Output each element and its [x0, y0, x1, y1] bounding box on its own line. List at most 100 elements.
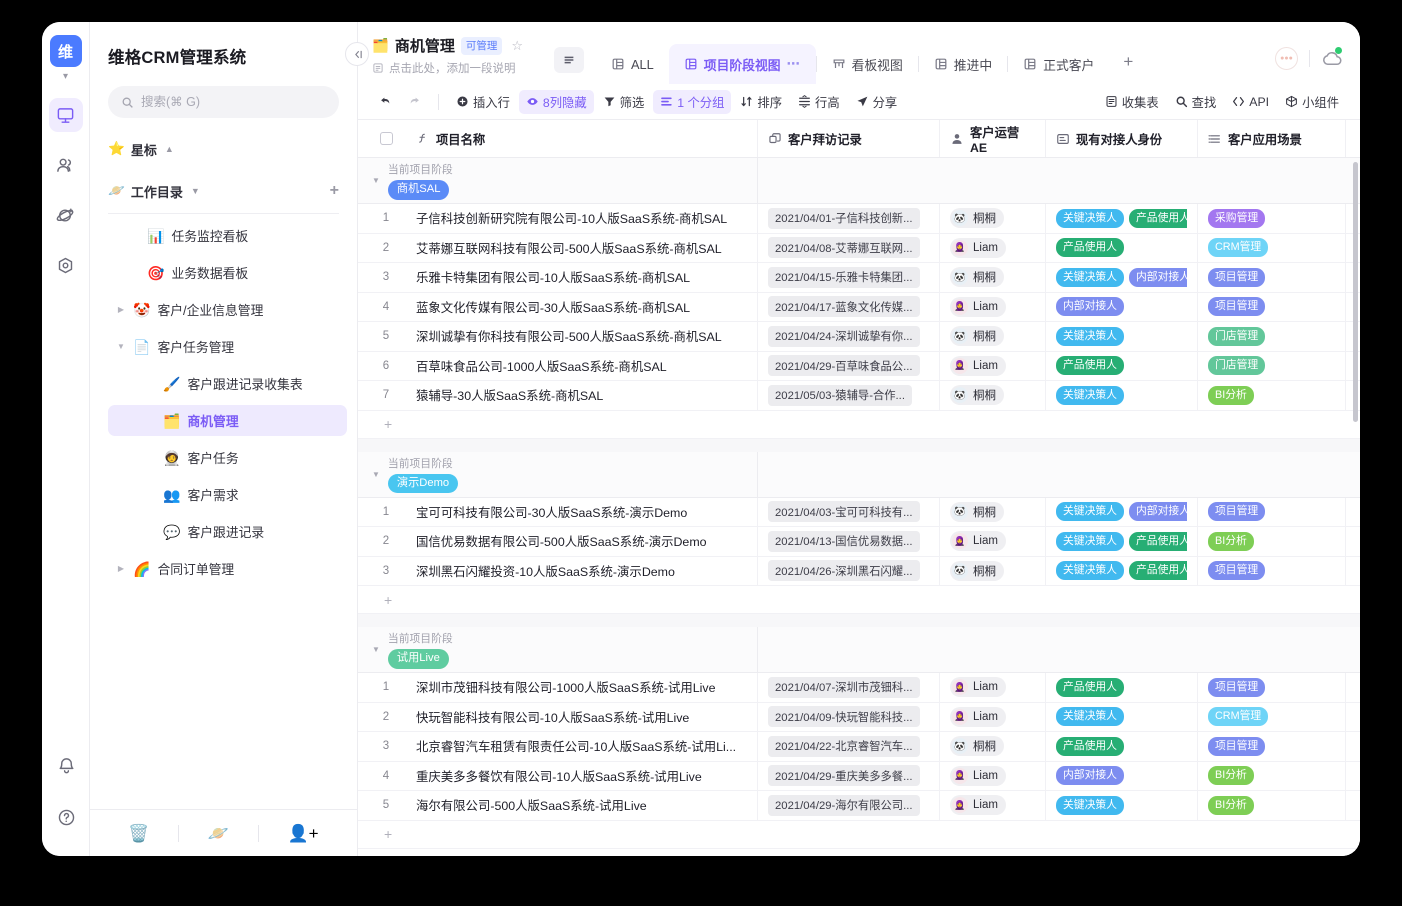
- sidebar-collapse-button[interactable]: [345, 42, 369, 66]
- project-name-cell[interactable]: 深圳黑石闪耀投资-10人版SaaS系统-演示Demo: [414, 557, 758, 586]
- ae-cell[interactable]: 🐼桐桐: [940, 263, 1046, 292]
- ae-cell[interactable]: 🧕Liam: [940, 527, 1046, 556]
- contact-role-cell[interactable]: 关键决策人: [1046, 791, 1198, 820]
- table-row[interactable]: 1深圳市茂钿科技有限公司-1000人版SaaS系统-试用Live2021/04/…: [358, 673, 1360, 703]
- toolbar-action-1[interactable]: 查找: [1168, 90, 1224, 114]
- contact-role-cell[interactable]: 关键决策人产品使用人: [1046, 557, 1198, 586]
- tab-4[interactable]: 正式客户: [1008, 44, 1109, 84]
- visit-record-cell[interactable]: 2021/04/09-快玩智能科技...: [758, 703, 940, 732]
- add-row-button[interactable]: +: [358, 821, 1360, 849]
- row-index[interactable]: 1: [358, 673, 414, 702]
- contact-role-cell[interactable]: 关键决策人: [1046, 381, 1198, 410]
- explore-icon[interactable]: [49, 198, 83, 232]
- visit-record-cell[interactable]: 2021/04/24-深圳诚挚有你...: [758, 322, 940, 351]
- visit-record-cell[interactable]: 2021/04/22-北京睿智汽车...: [758, 732, 940, 761]
- contact-role-cell[interactable]: 关键决策人内部对接人: [1046, 498, 1198, 527]
- add-node-button[interactable]: +: [330, 183, 339, 199]
- row-index[interactable]: 3: [358, 732, 414, 761]
- column-header-ae[interactable]: 客户运营 AE: [940, 120, 1046, 157]
- table-row[interactable]: 3北京睿智汽车租赁有限责任公司-10人版SaaS系统-试用Li...2021/0…: [358, 732, 1360, 762]
- chevron-right-icon[interactable]: ▶: [116, 564, 126, 573]
- contact-role-cell[interactable]: 关键决策人产品使用人: [1046, 527, 1198, 556]
- search-box[interactable]: [108, 86, 339, 118]
- use-case-cell[interactable]: 项目管理: [1198, 293, 1346, 322]
- sidebar-item-8[interactable]: ▶💬客户跟进记录: [108, 516, 347, 547]
- select-all-checkbox[interactable]: [380, 132, 393, 145]
- toolbar-button-2[interactable]: 筛选: [596, 90, 652, 114]
- sidebar-item-7[interactable]: ▶👥客户需求: [108, 479, 347, 510]
- tab-3[interactable]: 推进中: [919, 44, 1007, 84]
- contact-role-cell[interactable]: 产品使用人: [1046, 352, 1198, 381]
- ae-cell[interactable]: 🧕Liam: [940, 791, 1046, 820]
- visit-record-cell[interactable]: 2021/04/29-百草味食品公...: [758, 352, 940, 381]
- column-header-visit[interactable]: 客户拜访记录: [758, 120, 940, 157]
- ae-cell[interactable]: 🧕Liam: [940, 293, 1046, 322]
- chevron-down-icon[interactable]: ▼: [372, 470, 380, 479]
- visit-record-cell[interactable]: 2021/04/13-国信优易数据...: [758, 527, 940, 556]
- sidebar-item-2[interactable]: ▶🤡客户/企业信息管理: [108, 294, 347, 325]
- toolbar-action-3[interactable]: 小组件: [1278, 90, 1346, 114]
- visit-record-cell[interactable]: 2021/04/03-宝可可科技有...: [758, 498, 940, 527]
- row-index[interactable]: 5: [358, 322, 414, 351]
- table-row[interactable]: 5深圳诚挚有你科技有限公司-500人版SaaS系统-商机SAL2021/04/2…: [358, 322, 1360, 352]
- contact-role-cell[interactable]: 内部对接人: [1046, 293, 1198, 322]
- ae-cell[interactable]: 🐼桐桐: [940, 322, 1046, 351]
- use-case-cell[interactable]: 门店管理: [1198, 322, 1346, 351]
- contact-role-cell[interactable]: 产品使用人: [1046, 234, 1198, 263]
- visit-record-cell[interactable]: 2021/04/01-子信科技创新...: [758, 204, 940, 233]
- column-header-index[interactable]: [358, 120, 414, 157]
- visit-record-cell[interactable]: 2021/05/03-猿辅导-合作...: [758, 381, 940, 410]
- toolbar-action-0[interactable]: 收集表: [1098, 90, 1166, 114]
- visit-record-cell[interactable]: 2021/04/15-乐雅卡特集团...: [758, 263, 940, 292]
- invite-member-icon[interactable]: 👤+: [288, 825, 319, 842]
- toolbar-button-3[interactable]: 1 个分组: [653, 90, 731, 114]
- table-row[interactable]: 2国信优易数据有限公司-500人版SaaS系统-演示Demo2021/04/13…: [358, 527, 1360, 557]
- contact-role-cell[interactable]: 产品使用人: [1046, 732, 1198, 761]
- sidebar-item-3[interactable]: ▼📄客户任务管理: [108, 331, 347, 362]
- column-header-role[interactable]: 现有对接人身份: [1046, 120, 1198, 157]
- tab-0[interactable]: ALL: [596, 44, 669, 84]
- sidebar-item-6[interactable]: ▶🧑‍🚀客户任务: [108, 442, 347, 473]
- row-index[interactable]: 4: [358, 293, 414, 322]
- contact-role-cell[interactable]: 关键决策人: [1046, 322, 1198, 351]
- views-menu-button[interactable]: [554, 47, 584, 73]
- project-name-cell[interactable]: 深圳市茂钿科技有限公司-1000人版SaaS系统-试用Live: [414, 673, 758, 702]
- chevron-down-icon[interactable]: ▼: [372, 645, 380, 654]
- project-name-cell[interactable]: 艾蒂娜互联网科技有限公司-500人版SaaS系统-商机SAL: [414, 234, 758, 263]
- use-case-cell[interactable]: 项目管理: [1198, 732, 1346, 761]
- visit-record-cell[interactable]: 2021/04/07-深圳市茂钿科...: [758, 673, 940, 702]
- project-name-cell[interactable]: 国信优易数据有限公司-500人版SaaS系统-演示Demo: [414, 527, 758, 556]
- table-row[interactable]: 2艾蒂娜互联网科技有限公司-500人版SaaS系统-商机SAL2021/04/0…: [358, 234, 1360, 264]
- project-name-cell[interactable]: 深圳诚挚有你科技有限公司-500人版SaaS系统-商机SAL: [414, 322, 758, 351]
- row-index[interactable]: 4: [358, 762, 414, 791]
- use-case-cell[interactable]: 项目管理: [1198, 557, 1346, 586]
- trash-icon[interactable]: 🗑️: [128, 825, 149, 842]
- table-row[interactable]: 2快玩智能科技有限公司-10人版SaaS系统-试用Live2021/04/09-…: [358, 703, 1360, 733]
- use-case-cell[interactable]: 项目管理: [1198, 263, 1346, 292]
- redo-button[interactable]: [401, 90, 428, 114]
- add-row-button[interactable]: +: [358, 411, 1360, 439]
- contact-role-cell[interactable]: 关键决策人内部对接人: [1046, 263, 1198, 292]
- contact-role-cell[interactable]: 内部对接人: [1046, 762, 1198, 791]
- table-row[interactable]: 5海尔有限公司-500人版SaaS系统-试用Live2021/04/29-海尔有…: [358, 791, 1360, 821]
- settings-icon[interactable]: [49, 248, 83, 282]
- table-row[interactable]: 1宝可可科技有限公司-30人版SaaS系统-演示Demo2021/04/03-宝…: [358, 498, 1360, 528]
- use-case-cell[interactable]: BI分析: [1198, 381, 1346, 410]
- table-row[interactable]: 4重庆美多多餐饮有限公司-10人版SaaS系统-试用Live2021/04/29…: [358, 762, 1360, 792]
- sidebar-item-9[interactable]: ▶🌈合同订单管理: [108, 553, 347, 584]
- visit-record-cell[interactable]: 2021/04/26-深圳黑石闪耀...: [758, 557, 940, 586]
- chevron-down-icon[interactable]: ▼: [116, 342, 126, 351]
- row-index[interactable]: 3: [358, 263, 414, 292]
- catalog-header[interactable]: 🪐 工作目录 ▼ +: [108, 180, 339, 202]
- search-input[interactable]: [141, 95, 326, 109]
- project-name-cell[interactable]: 百草味食品公司-1000人版SaaS系统-商机SAL: [414, 352, 758, 381]
- use-case-cell[interactable]: BI分析: [1198, 791, 1346, 820]
- project-name-cell[interactable]: 重庆美多多餐饮有限公司-10人版SaaS系统-试用Live: [414, 762, 758, 791]
- help-icon[interactable]: [49, 800, 83, 834]
- sidebar-item-4[interactable]: ▶🖌️客户跟进记录收集表: [108, 368, 347, 399]
- ae-cell[interactable]: 🐼桐桐: [940, 732, 1046, 761]
- use-case-cell[interactable]: 项目管理: [1198, 498, 1346, 527]
- row-index[interactable]: 2: [358, 234, 414, 263]
- use-case-cell[interactable]: 门店管理: [1198, 352, 1346, 381]
- project-name-cell[interactable]: 子信科技创新研究院有限公司-10人版SaaS系统-商机SAL: [414, 204, 758, 233]
